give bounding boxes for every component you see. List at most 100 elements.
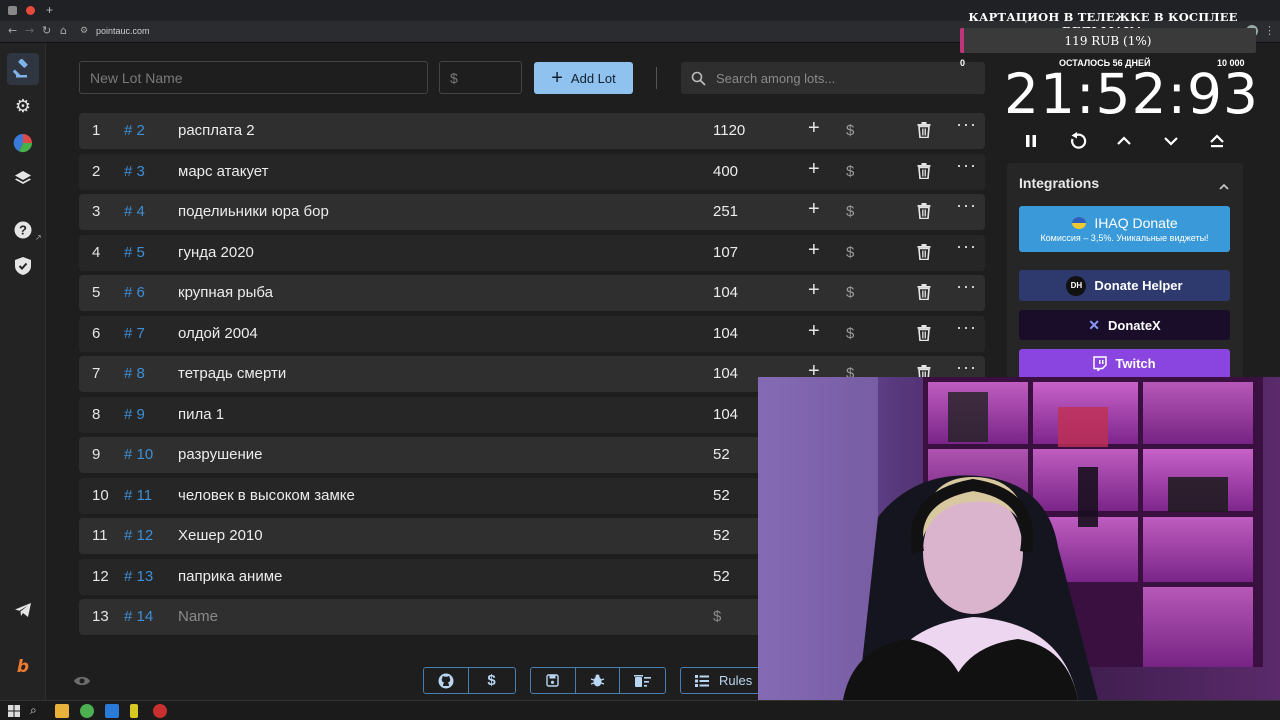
lot-name[interactable]: расплата 2 xyxy=(178,123,255,139)
trash-icon[interactable] xyxy=(917,243,931,264)
lot-name[interactable]: разрушение xyxy=(178,447,262,463)
reduce-time-button[interactable] xyxy=(1159,129,1183,153)
report-bug-button[interactable] xyxy=(576,668,621,693)
lot-name[interactable]: поделиьники юра бор xyxy=(178,204,329,220)
sidebar-item-boosty[interactable]: b xyxy=(7,651,39,683)
lot-name[interactable]: паприка аниме xyxy=(178,568,282,585)
external-link-icon: ↗ xyxy=(35,233,42,242)
lot-amount[interactable]: 52 xyxy=(713,447,730,463)
more-options-icon[interactable]: ··· xyxy=(956,115,977,133)
more-options-icon[interactable]: ··· xyxy=(956,318,977,336)
more-options-icon[interactable]: ··· xyxy=(956,196,977,214)
lot-amount[interactable]: 52 xyxy=(713,487,730,504)
dollar-button[interactable]: $ xyxy=(846,163,854,180)
lot-amount-input[interactable]: $ xyxy=(439,61,522,94)
lot-amount[interactable]: 104 xyxy=(713,325,738,342)
lot-name[interactable]: Хешер 2010 xyxy=(178,528,263,544)
add-amount-button[interactable]: + xyxy=(808,199,820,219)
telegram-icon xyxy=(15,603,31,617)
ihaq-donate-button[interactable]: IHAQ Donate Комиссия – 3,5%. Уникальные … xyxy=(1019,206,1230,252)
site-info-icon[interactable]: ⚙ xyxy=(80,26,88,36)
add-amount-button[interactable]: + xyxy=(808,118,820,138)
webcam-scene xyxy=(758,377,1280,700)
sidebar-item-wheel[interactable] xyxy=(7,127,39,159)
lot-amount[interactable]: 107 xyxy=(713,244,738,261)
lot-amount[interactable]: 52 xyxy=(713,528,730,544)
dollar-button[interactable]: $ xyxy=(846,325,854,342)
sidebar-item-settings[interactable]: ⚙ xyxy=(7,90,39,122)
add-amount-button[interactable]: + xyxy=(808,321,820,341)
forward-icon[interactable]: → xyxy=(25,24,34,37)
add-lot-button[interactable]: + Add Lot xyxy=(534,62,633,94)
collapse-button[interactable] xyxy=(1219,177,1229,195)
reload-icon[interactable]: ↻ xyxy=(42,24,51,37)
donate-button[interactable]: $ xyxy=(469,668,514,693)
donatex-button[interactable]: ✕ DonateX xyxy=(1019,310,1230,340)
obs-taskbar-icon[interactable] xyxy=(153,704,167,718)
lot-amount[interactable]: 400 xyxy=(713,163,738,180)
search-taskbar-icon[interactable]: ⌕ xyxy=(30,703,37,718)
back-icon[interactable]: ← xyxy=(8,24,17,37)
lot-name-input[interactable]: New Lot Name xyxy=(79,61,428,94)
lot-amount[interactable]: 104 xyxy=(713,366,738,382)
lot-amount[interactable]: 1120 xyxy=(713,123,745,139)
eject-button[interactable] xyxy=(1205,129,1229,153)
more-options-icon[interactable]: ··· xyxy=(956,237,977,255)
visibility-toggle[interactable] xyxy=(73,674,91,692)
trash-icon[interactable] xyxy=(917,203,931,223)
github-button[interactable] xyxy=(424,668,469,693)
browser-tab-icon[interactable] xyxy=(26,6,35,15)
lot-amount[interactable]: 251 xyxy=(713,204,738,220)
clear-all-button[interactable] xyxy=(620,668,665,693)
browser-menu-icon[interactable]: ⋮ xyxy=(1264,24,1275,37)
lot-name[interactable]: гунда 2020 xyxy=(178,244,254,261)
lot-name[interactable]: пила 1 xyxy=(178,406,224,423)
rules-button[interactable]: Rules xyxy=(680,667,760,694)
trash-icon[interactable] xyxy=(917,324,931,345)
more-options-icon[interactable]: ··· xyxy=(956,358,977,376)
twitch-button[interactable]: Twitch xyxy=(1019,349,1230,378)
screen: + ← → ↻ ⌂ ⚙ pointauc.com ⋮ ⚙ ? ↗ b New L… xyxy=(0,0,1280,720)
sidebar-item-history[interactable] xyxy=(7,162,39,194)
dollar-button[interactable]: $ xyxy=(846,244,854,261)
sidebar-item-privacy[interactable] xyxy=(7,250,39,282)
file-explorer-icon[interactable] xyxy=(55,704,69,718)
reset-timer-button[interactable] xyxy=(1066,129,1090,153)
add-time-button[interactable] xyxy=(1112,129,1136,153)
add-amount-button[interactable]: + xyxy=(808,159,820,179)
dollar-button[interactable]: $ xyxy=(846,204,854,220)
lot-name[interactable]: тетрадь смерти xyxy=(178,366,286,382)
window-menu-icon[interactable] xyxy=(8,6,17,15)
windows-start-icon[interactable] xyxy=(8,705,20,717)
trash-icon[interactable] xyxy=(917,162,931,183)
save-button[interactable] xyxy=(531,668,576,693)
donate-helper-button[interactable]: DH Donate Helper xyxy=(1019,270,1230,301)
lot-amount[interactable]: 104 xyxy=(713,285,738,301)
trash-icon[interactable] xyxy=(917,284,931,304)
lot-name[interactable]: крупная рыба xyxy=(178,285,273,301)
home-icon[interactable]: ⌂ xyxy=(60,24,67,37)
lot-name[interactable]: марс атакует xyxy=(178,163,269,180)
lot-amount[interactable]: 52 xyxy=(713,568,730,585)
new-lot-name-input[interactable]: Name xyxy=(178,609,218,625)
lot-name[interactable]: человек в высоком замке xyxy=(178,487,355,504)
dollar-button[interactable]: $ xyxy=(846,285,854,301)
browser-taskbar-icon[interactable] xyxy=(105,704,119,718)
lot-name[interactable]: олдой 2004 xyxy=(178,325,258,342)
more-options-icon[interactable]: ··· xyxy=(956,156,977,174)
pause-button[interactable] xyxy=(1019,129,1043,153)
add-amount-button[interactable]: + xyxy=(808,240,820,260)
more-options-icon[interactable]: ··· xyxy=(956,277,977,295)
sidebar-item-telegram[interactable] xyxy=(7,594,39,626)
new-tab-icon[interactable]: + xyxy=(46,3,53,17)
sidebar-item-auction[interactable] xyxy=(7,53,39,85)
trash-icon[interactable] xyxy=(917,122,931,142)
chrome-taskbar-icon[interactable] xyxy=(80,704,94,718)
add-amount-button[interactable]: + xyxy=(808,280,820,300)
search-input[interactable]: Search among lots... xyxy=(681,62,985,94)
new-lot-amount-input[interactable]: $ xyxy=(713,609,721,625)
dollar-button[interactable]: $ xyxy=(846,123,854,139)
lot-amount[interactable]: 104 xyxy=(713,406,738,423)
app-taskbar-icon[interactable] xyxy=(130,704,138,718)
url-text[interactable]: pointauc.com xyxy=(96,26,150,36)
